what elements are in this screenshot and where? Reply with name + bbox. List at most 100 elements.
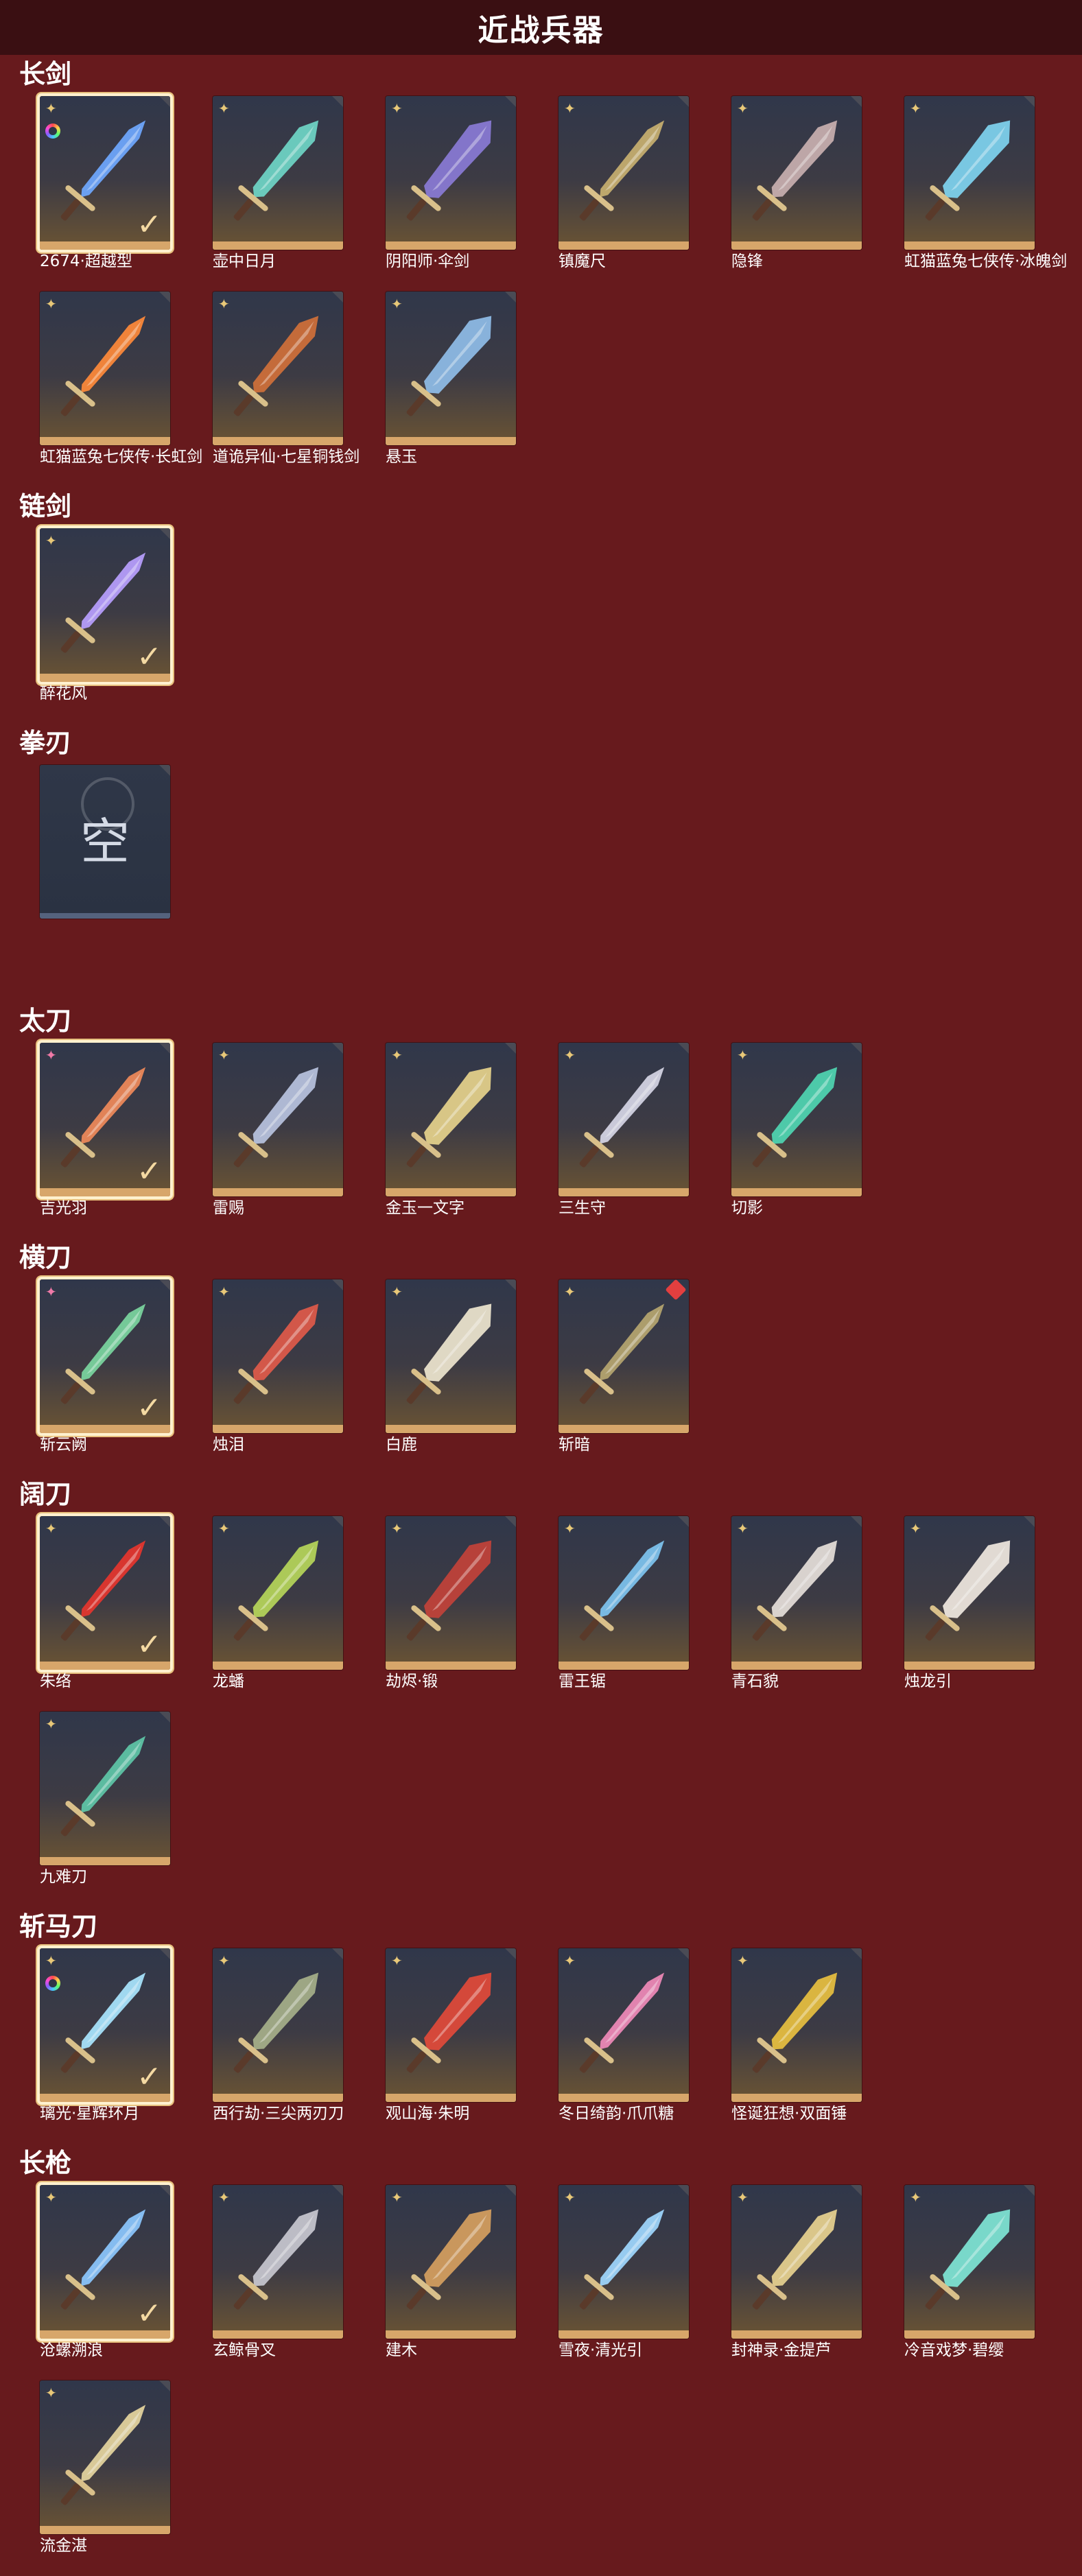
weapon-item[interactable]: ✦ 玄鲸骨叉 (213, 2185, 350, 2359)
corner-fold-icon (505, 1043, 516, 1054)
weapon-card[interactable]: ✦ ✓ (40, 528, 170, 682)
weapon-card[interactable]: ✦ (386, 1948, 516, 2102)
weapon-item[interactable]: ✦ 三生守 (558, 1043, 696, 1217)
weapon-card[interactable]: ✦ ✓ (40, 1043, 170, 1196)
weapon-item[interactable]: ✦ 虹猫蓝兔七侠传·长虹剑 (40, 292, 202, 466)
weapon-card[interactable]: ✦ (386, 292, 516, 445)
weapon-card[interactable]: 空 (40, 765, 170, 919)
card-base (731, 241, 862, 250)
weapon-name: 白鹿 (386, 1436, 417, 1454)
weapon-card[interactable]: ✦ (731, 96, 862, 250)
weapon-image (579, 120, 665, 221)
weapon-section: 斩马刀 ✦ ✓ 璃光·星辉环月 ✦ 西行劫·三尖两刃刀 ✦ 观山海·朱明 ✦ 冬日绮韵·爪爪糖 ✦ 怪… (0, 1907, 1082, 2144)
weapon-item[interactable]: ✦ 金玉一文字 (386, 1043, 523, 1217)
weapon-item[interactable]: ✦ 白鹿 (386, 1279, 523, 1454)
weapon-card[interactable]: ✦ (213, 2185, 343, 2339)
weapon-card[interactable]: ✦ (558, 1279, 689, 1433)
weapon-card[interactable]: ✦ ✓ (40, 96, 170, 250)
weapon-item[interactable]: ✦ 冬日绮韵·爪爪糖 (558, 1948, 696, 2123)
weapon-name: 阴阳师·伞剑 (386, 252, 470, 270)
weapon-item[interactable]: ✦ 隐锋 (731, 96, 869, 270)
card-base (213, 241, 343, 250)
weapon-item[interactable]: ✦ 青石貌 (731, 1516, 869, 1690)
weapon-card[interactable]: ✦ (731, 2185, 862, 2339)
weapon-card[interactable]: ✦ ✓ (40, 1279, 170, 1433)
weapon-name: 吉光羽 (40, 1199, 87, 1217)
weapon-card[interactable]: ✦ ✓ (40, 2185, 170, 2339)
weapon-card[interactable]: ✦ (386, 1043, 516, 1196)
weapon-image (925, 120, 1011, 221)
weapon-card[interactable]: ✦ (558, 1516, 689, 1670)
checkmark-icon: ✓ (137, 1627, 162, 1662)
rarity-star-icon: ✦ (391, 1284, 403, 1300)
weapon-item[interactable]: ✦ ✓ 璃光·星辉环月 (40, 1948, 177, 2123)
weapon-item[interactable]: ✦ 劫烬·锻 (386, 1516, 523, 1690)
weapon-name: 金玉一文字 (386, 1199, 464, 1217)
weapon-item[interactable]: ✦ 镇魔尺 (558, 96, 696, 270)
card-base (40, 1662, 170, 1670)
weapon-item[interactable]: ✦ 虹猫蓝兔七侠传·冰魄剑 (904, 96, 1067, 270)
weapon-item[interactable]: ✦ 悬玉 (386, 292, 523, 466)
weapon-item[interactable]: ✦ 流金湛 (40, 2380, 177, 2555)
weapon-card[interactable]: ✦ (731, 1516, 862, 1670)
weapon-card[interactable]: ✦ (731, 1043, 862, 1196)
card-base (213, 2330, 343, 2339)
weapon-card[interactable]: ✦ (386, 2185, 516, 2339)
weapon-section: 链剑 ✦ ✓ 醉花风 (0, 487, 1082, 724)
weapon-card[interactable]: ✦ (904, 2185, 1035, 2339)
weapon-card[interactable]: ✦ (386, 1279, 516, 1433)
weapon-item[interactable]: ✦ 西行劫·三尖两刃刀 (213, 1948, 350, 2123)
weapon-card[interactable]: ✦ (213, 1948, 343, 2102)
weapon-item[interactable]: ✦ 道诡异仙·七星铜钱剑 (213, 292, 360, 466)
weapon-card[interactable]: ✦ (558, 1948, 689, 2102)
weapon-item[interactable]: ✦ 雷王锯 (558, 1516, 696, 1690)
weapon-item[interactable]: ✦ 烛泪 (213, 1279, 350, 1454)
weapon-card[interactable]: ✦ (40, 292, 170, 445)
weapon-item[interactable]: ✦ 九难刀 (40, 1712, 177, 1886)
weapon-card[interactable]: ✦ ✓ (40, 1516, 170, 1670)
weapon-card[interactable]: ✦ (904, 1516, 1035, 1670)
weapon-card[interactable]: ✦ (213, 96, 343, 250)
weapon-card[interactable]: ✦ (386, 96, 516, 250)
weapon-card[interactable]: ✦ (40, 1712, 170, 1865)
weapon-item[interactable]: ✦ 冷音戏梦·碧缨 (904, 2185, 1042, 2359)
weapon-item[interactable]: ✦ 龙蟠 (213, 1516, 350, 1690)
weapon-item[interactable]: ✦ 建木 (386, 2185, 523, 2359)
empty-slot[interactable]: 空 (40, 765, 177, 930)
weapon-item[interactable]: ✦ 斩暗 (558, 1279, 696, 1454)
weapon-item[interactable]: ✦ 雷赐 (213, 1043, 350, 1217)
weapon-image (406, 120, 492, 221)
weapon-card[interactable]: ✦ (40, 2380, 170, 2534)
weapon-card[interactable]: ✦ (213, 1279, 343, 1433)
weapon-card[interactable]: ✦ (386, 1516, 516, 1670)
weapon-item[interactable]: ✦ ✓ 朱络 (40, 1516, 177, 1690)
weapon-card[interactable]: ✦ (558, 2185, 689, 2339)
weapon-image (233, 316, 319, 416)
weapon-item[interactable]: ✦ 切影 (731, 1043, 869, 1217)
weapon-card[interactable]: ✦ ✓ (40, 1948, 170, 2102)
weapon-item[interactable]: ✦ ✓ 醉花风 (40, 528, 177, 702)
weapon-item[interactable]: ✦ ✓ 斩云阙 (40, 1279, 177, 1454)
weapon-card[interactable]: ✦ (213, 1516, 343, 1670)
weapon-image (752, 1540, 838, 1641)
weapon-item[interactable]: ✦ 阴阳师·伞剑 (386, 96, 523, 270)
weapon-card[interactable]: ✦ (904, 96, 1035, 250)
rarity-star-icon: ✦ (737, 1952, 749, 1969)
weapon-card[interactable]: ✦ (558, 96, 689, 250)
weapon-item[interactable]: ✦ 雪夜·清光引 (558, 2185, 696, 2359)
weapon-item[interactable]: ✦ 烛龙引 (904, 1516, 1042, 1690)
weapon-card[interactable]: ✦ (213, 292, 343, 445)
weapon-item[interactable]: ✦ 观山海·朱明 (386, 1948, 523, 2123)
weapon-item[interactable]: ✦ ✓ 沧螺溯浪 (40, 2185, 177, 2359)
weapon-item[interactable]: ✦ 怪诞狂想·双面锤 (731, 1948, 869, 2123)
weapon-name: 玄鲸骨叉 (213, 2341, 276, 2359)
weapon-card[interactable]: ✦ (731, 1948, 862, 2102)
weapon-card[interactable]: ✦ (213, 1043, 343, 1196)
corner-fold-icon (851, 1516, 862, 1527)
weapon-item[interactable]: ✦ 封神录·金提芦 (731, 2185, 869, 2359)
weapon-card[interactable]: ✦ (558, 1043, 689, 1196)
weapon-item[interactable]: ✦ ✓ 2674·超越型 (40, 96, 177, 270)
weapon-item[interactable]: ✦ ✓ 吉光羽 (40, 1043, 177, 1217)
card-base (213, 1662, 343, 1670)
weapon-item[interactable]: ✦ 壶中日月 (213, 96, 350, 270)
